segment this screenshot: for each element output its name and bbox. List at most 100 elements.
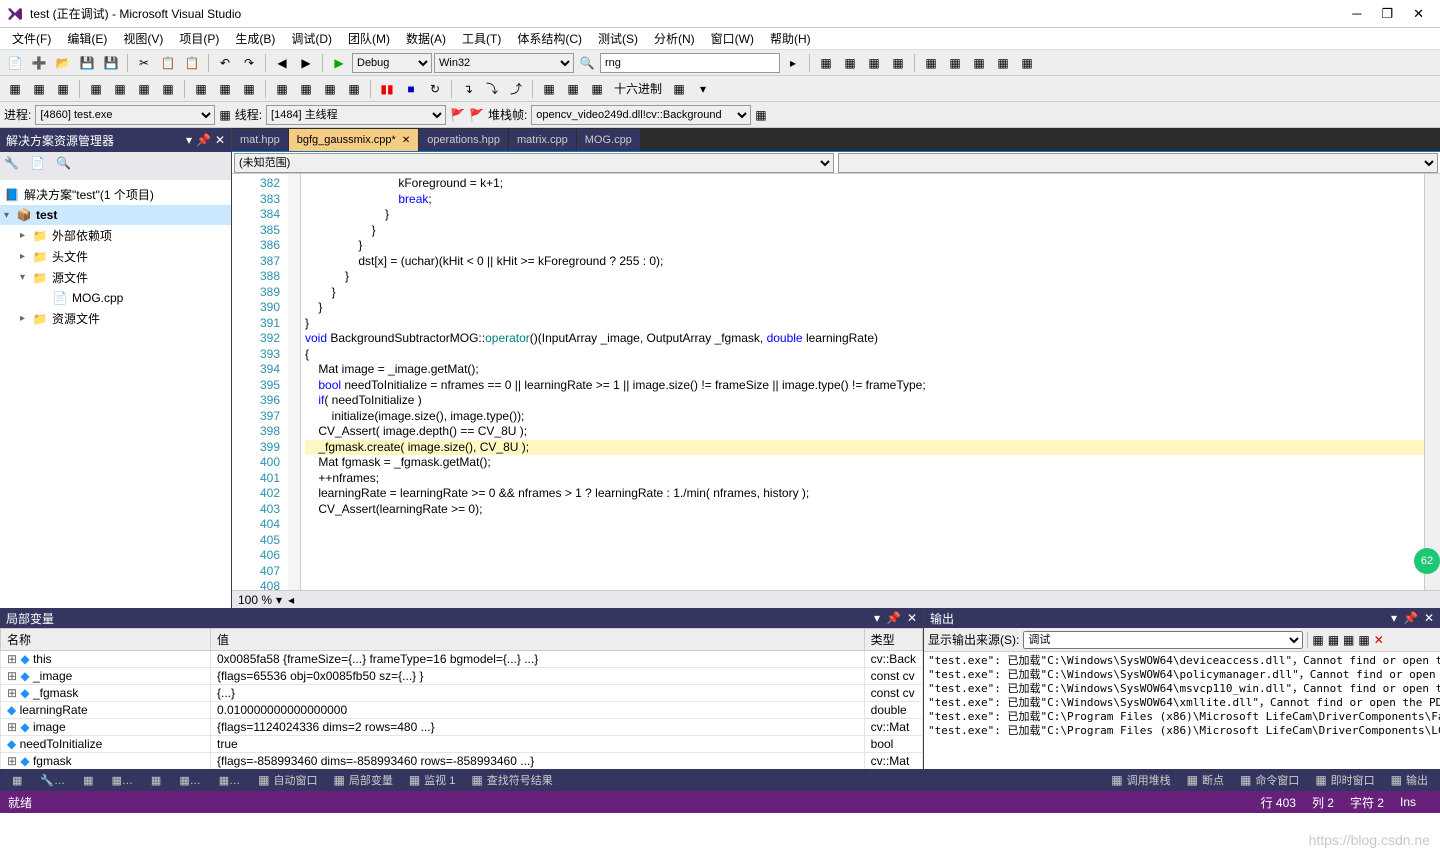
tb-icon[interactable]: ▦ — [1358, 633, 1369, 647]
bottom-tab[interactable]: ▦ 输出 — [1383, 770, 1436, 790]
stack-select[interactable]: opencv_video249d.dll!cv::Background — [531, 105, 751, 125]
tb-icon[interactable]: ▦ — [1312, 633, 1323, 647]
stop-icon[interactable]: ■ — [400, 78, 422, 100]
btab-icon[interactable]: ▦ — [75, 772, 101, 789]
cut-icon[interactable]: ✂ — [133, 52, 155, 74]
tb-icon[interactable]: ▦ — [271, 78, 293, 100]
tree-folder[interactable]: ▸📁资源文件 — [0, 308, 231, 329]
pin-icon[interactable]: 📌 — [196, 133, 211, 147]
tb-icon[interactable]: ▦ — [319, 78, 341, 100]
menu-item[interactable]: 帮助(H) — [762, 28, 819, 49]
nav-fwd-icon[interactable]: ▶ — [295, 52, 317, 74]
tb-icon[interactable]: ▦ — [538, 78, 560, 100]
open-icon[interactable]: 📂 — [52, 52, 74, 74]
tb-icon[interactable]: ▦ — [668, 78, 690, 100]
tree-folder[interactable]: ▸📁外部依赖项 — [0, 225, 231, 246]
locals-row[interactable]: ⊞ ◆ _fgmask{...}const cv — [1, 685, 923, 702]
menu-item[interactable]: 文件(F) — [4, 28, 59, 49]
tb-icon[interactable]: ▦ — [52, 78, 74, 100]
menu-item[interactable]: 编辑(E) — [59, 28, 115, 49]
dropdown-icon[interactable]: ▾ — [186, 133, 192, 147]
tree-folder[interactable]: ▸📁头文件 — [0, 246, 231, 267]
tb-icon[interactable]: ▦ — [219, 108, 230, 122]
tb-icon[interactable]: ▦ — [295, 78, 317, 100]
btab-icon[interactable]: ▦… — [171, 772, 208, 789]
menu-item[interactable]: 分析(N) — [646, 28, 703, 49]
bottom-tab[interactable]: ▦ 断点 — [1179, 770, 1232, 790]
bottom-tab[interactable]: ▦ 监视 1 — [401, 770, 464, 790]
tb-icon[interactable]: ▦ — [1328, 633, 1339, 647]
locals-row[interactable]: ⊞ ◆ fgmask{flags=-858993460 dims=-858993… — [1, 753, 923, 770]
close-icon[interactable]: ✕ — [215, 133, 225, 147]
clear-icon[interactable]: ✕ — [1374, 633, 1384, 647]
locals-row[interactable]: ◆ learningRate0.010000000000000000double — [1, 702, 923, 719]
undo-icon[interactable]: ↶ — [214, 52, 236, 74]
tb-icon[interactable]: ▦ — [85, 78, 107, 100]
search-input[interactable] — [600, 53, 780, 73]
menu-item[interactable]: 窗口(W) — [703, 28, 762, 49]
flag-icon[interactable]: 🚩 — [469, 108, 484, 122]
tb-icon[interactable]: ▦ — [944, 52, 966, 74]
tb-icon[interactable]: ▦ — [4, 78, 26, 100]
code-content[interactable]: kForeground = k+1; break; } } } dst[x] =… — [300, 174, 1424, 590]
pin-icon[interactable]: 📌 — [1403, 611, 1418, 625]
tb-icon[interactable]: ▦ — [28, 78, 50, 100]
maximize-button[interactable]: ❐ — [1381, 6, 1393, 22]
tb-icon[interactable]: ▦ — [755, 108, 766, 122]
tb-icon[interactable]: ▦ — [863, 52, 885, 74]
tb-icon[interactable]: ▦ — [343, 78, 365, 100]
add-item-icon[interactable]: ➕ — [28, 52, 50, 74]
bottom-tab[interactable]: ▦ 局部变量 — [325, 770, 400, 790]
tb-icon[interactable]: ▦ — [887, 52, 909, 74]
hex-label[interactable]: 十六进制 — [610, 80, 666, 97]
tab-close-icon[interactable]: ✕ — [402, 135, 410, 146]
tree-file[interactable]: 📄MOG.cpp — [0, 288, 231, 308]
tb-icon[interactable]: ▦ — [815, 52, 837, 74]
tb-icon[interactable]: ▦ — [157, 78, 179, 100]
locals-row[interactable]: ⊞ ◆ this0x0085fa58 {frameSize={...} fram… — [1, 651, 923, 668]
break-all-icon[interactable]: ▮▮ — [376, 78, 398, 100]
find-icon[interactable]: 🔍 — [576, 52, 598, 74]
tb-icon[interactable]: ▦ — [133, 78, 155, 100]
locals-row[interactable]: ⊞ ◆ _image{flags=65536 obj=0x0085fb50 sz… — [1, 668, 923, 685]
refresh-icon[interactable]: 🔍 — [56, 156, 76, 176]
bottom-tab[interactable]: ▦ 即时窗口 — [1307, 770, 1382, 790]
editor-tab[interactable]: MOG.cpp — [577, 129, 641, 151]
menu-item[interactable]: 团队(M) — [340, 28, 398, 49]
editor-tab[interactable]: bgfg_gaussmix.cpp* ✕ — [289, 129, 419, 151]
close-button[interactable]: ✕ — [1413, 6, 1424, 22]
step-icon[interactable]: ↴ — [457, 78, 479, 100]
dropdown-icon[interactable]: ▾ — [874, 611, 880, 625]
save-all-icon[interactable]: 💾 — [100, 52, 122, 74]
btab-icon[interactable]: ▦ — [143, 772, 169, 789]
btab-icon[interactable]: ▦… — [104, 772, 141, 789]
close-icon[interactable]: ✕ — [1424, 611, 1434, 625]
btab-icon[interactable]: 🔧… — [32, 772, 73, 789]
bottom-tab[interactable]: ▦ 命令窗口 — [1232, 770, 1307, 790]
bottom-tab[interactable]: ▦ 调用堆栈 — [1103, 770, 1178, 790]
locals-row[interactable]: ◆ needToInitializetruebool — [1, 736, 923, 753]
vertical-scrollbar[interactable] — [1424, 174, 1440, 590]
tb-icon[interactable]: ▦ — [1016, 52, 1038, 74]
copy-icon[interactable]: 📋 — [157, 52, 179, 74]
close-icon[interactable]: ✕ — [907, 611, 917, 625]
tree-folder[interactable]: ▾📁源文件 — [0, 267, 231, 288]
zoom-level[interactable]: 100 % — [238, 593, 272, 607]
menu-item[interactable]: 调试(D) — [283, 28, 340, 49]
tb-icon[interactable]: ▦ — [992, 52, 1014, 74]
search-go-icon[interactable]: ▸ — [782, 52, 804, 74]
new-project-icon[interactable]: 📄 — [4, 52, 26, 74]
process-select[interactable]: [4860] test.exe — [35, 105, 215, 125]
menu-item[interactable]: 视图(V) — [115, 28, 171, 49]
project-node[interactable]: ▾📦test — [0, 205, 231, 225]
config-select[interactable]: Debug — [352, 53, 432, 73]
minimize-button[interactable]: ─ — [1352, 6, 1361, 22]
menu-item[interactable]: 工具(T) — [454, 28, 509, 49]
editor-tab[interactable]: operations.hpp — [419, 129, 509, 151]
tb-icon[interactable]: ▦ — [1343, 633, 1354, 647]
step-over-icon[interactable]: ⤵ — [481, 78, 503, 100]
editor-tab[interactable]: mat.hpp — [232, 129, 289, 151]
locals-row[interactable]: ⊞ ◆ image{flags=1124024336 dims=2 rows=4… — [1, 719, 923, 736]
restart-icon[interactable]: ↻ — [424, 78, 446, 100]
editor-tab[interactable]: matrix.cpp — [509, 129, 577, 151]
